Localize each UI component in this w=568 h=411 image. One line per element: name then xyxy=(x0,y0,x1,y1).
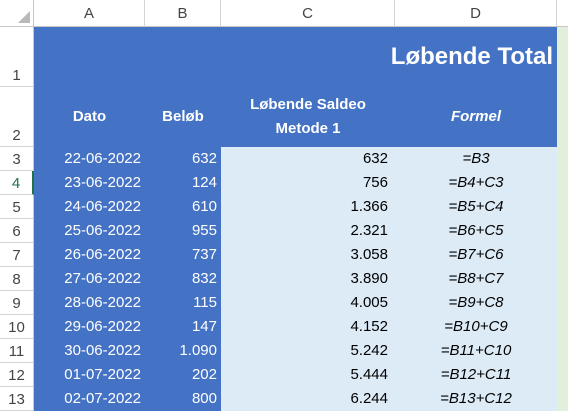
cell-amount[interactable]: 202 xyxy=(145,366,221,383)
header-saldeo-line2: Metode 1 xyxy=(275,120,341,137)
row-header-11[interactable]: 11 xyxy=(0,339,34,363)
row-header-2[interactable]: 2 xyxy=(0,87,34,147)
column-header-b[interactable]: B xyxy=(145,0,221,27)
column-header-d[interactable]: D xyxy=(395,0,557,27)
cell-amount[interactable]: 632 xyxy=(145,150,221,167)
row-header-10[interactable]: 10 xyxy=(0,315,34,339)
cell-running-total[interactable]: 632 xyxy=(221,150,395,167)
cell-formula[interactable]: =B5+C4 xyxy=(395,198,557,215)
cell-formula[interactable]: =B7+C6 xyxy=(395,246,557,263)
cell-running-total[interactable]: 6.244 xyxy=(221,390,395,407)
cell-running-total[interactable]: 3.058 xyxy=(221,246,395,263)
cell-amount[interactable]: 115 xyxy=(145,294,221,311)
cell-running-total[interactable]: 5.444 xyxy=(221,366,395,383)
column-header-a[interactable]: A xyxy=(34,0,145,27)
cell-formula[interactable]: =B10+C9 xyxy=(395,318,557,335)
cell-formula[interactable]: =B13+C12 xyxy=(395,390,557,407)
select-all-triangle-icon xyxy=(18,11,30,23)
cell-running-total[interactable]: 756 xyxy=(221,174,395,191)
cell-amount[interactable]: 737 xyxy=(145,246,221,263)
cell-amount[interactable]: 800 xyxy=(145,390,221,407)
row-header-9[interactable]: 9 xyxy=(0,291,34,315)
cell-formula[interactable]: =B3 xyxy=(395,150,557,167)
cell-running-total[interactable]: 4.152 xyxy=(221,318,395,335)
cell-running-total[interactable]: 3.890 xyxy=(221,270,395,287)
cell-date[interactable]: 02-07-2022 xyxy=(34,390,145,407)
cell-date[interactable]: 25-06-2022 xyxy=(34,222,145,239)
cell-date[interactable]: 29-06-2022 xyxy=(34,318,145,335)
cell-date[interactable]: 28-06-2022 xyxy=(34,294,145,311)
row-header-1[interactable]: 1 xyxy=(0,27,34,87)
cell-amount[interactable]: 124 xyxy=(145,174,221,191)
row-header-4[interactable]: 4 xyxy=(0,171,34,195)
cell-amount[interactable]: 955 xyxy=(145,222,221,239)
column-e-fill xyxy=(557,27,568,411)
header-formel: Formel xyxy=(450,108,501,125)
cell-formula[interactable]: =B4+C3 xyxy=(395,174,557,191)
select-all-corner[interactable] xyxy=(0,0,34,27)
header-belob: Beløb xyxy=(162,108,204,125)
cell-running-total[interactable]: 1.366 xyxy=(221,198,395,215)
row-header-6[interactable]: 6 xyxy=(0,219,34,243)
cell-formula[interactable]: =B11+C10 xyxy=(395,342,557,359)
row-header-7[interactable]: 7 xyxy=(0,243,34,267)
header-saldeo-line1: Løbende Saldeo xyxy=(250,96,366,113)
column-header-c[interactable]: C xyxy=(221,0,395,27)
cell-date[interactable]: 30-06-2022 xyxy=(34,342,145,359)
sheet-title: Løbende Total xyxy=(390,43,553,70)
row-header-13[interactable]: 13 xyxy=(0,387,34,411)
cell-date[interactable]: 24-06-2022 xyxy=(34,198,145,215)
cell-formula[interactable]: =B8+C7 xyxy=(395,270,557,287)
cell-date[interactable]: 01-07-2022 xyxy=(34,366,145,383)
header-saldeo: Løbende Saldeo Metode 1 xyxy=(221,93,395,141)
column-header-e[interactable] xyxy=(557,0,568,27)
cell-running-total[interactable]: 2.321 xyxy=(221,222,395,239)
cell-amount[interactable]: 832 xyxy=(145,270,221,287)
cell-running-total[interactable]: 5.242 xyxy=(221,342,395,359)
cell-formula[interactable]: =B12+C11 xyxy=(395,366,557,383)
row-header-3[interactable]: 3 xyxy=(0,147,34,171)
header-dato: Dato xyxy=(72,108,107,125)
cell-running-total[interactable]: 4.005 xyxy=(221,294,395,311)
cell-amount[interactable]: 610 xyxy=(145,198,221,215)
cell-amount[interactable]: 147 xyxy=(145,318,221,335)
row-header-8[interactable]: 8 xyxy=(0,267,34,291)
row-header-5[interactable]: 5 xyxy=(0,195,34,219)
cell-amount[interactable]: 1.090 xyxy=(145,342,221,359)
cell-date[interactable]: 22-06-2022 xyxy=(34,150,145,167)
row-header-12[interactable]: 12 xyxy=(0,363,34,387)
cell-date[interactable]: 26-06-2022 xyxy=(34,246,145,263)
cell-date[interactable]: 27-06-2022 xyxy=(34,270,145,287)
cell-date[interactable]: 23-06-2022 xyxy=(34,174,145,191)
spreadsheet: A B C D 1 2 3 4 5 6 7 8 9 10 11 12 13 Løbende Tota… xyxy=(0,0,568,411)
cell-formula[interactable]: =B6+C5 xyxy=(395,222,557,239)
cell-formula[interactable]: =B9+C8 xyxy=(395,294,557,311)
